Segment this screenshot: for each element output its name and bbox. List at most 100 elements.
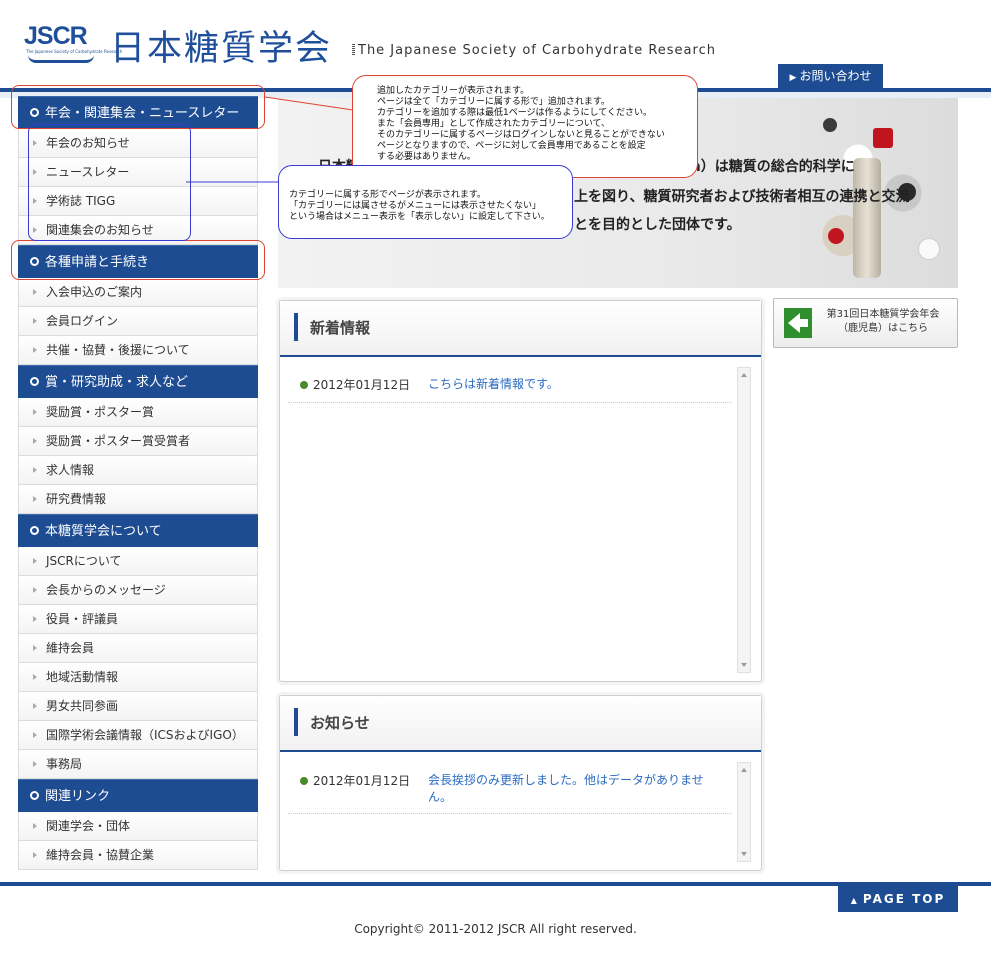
sidebar-item[interactable]: 奨励賞・ポスター賞受賞者 — [18, 427, 258, 456]
notice-link[interactable]: 会長挨拶のみ更新しました。他はデータがありません。 — [428, 772, 716, 806]
sidebar-item-label: 奨励賞・ポスター賞受賞者 — [46, 434, 191, 448]
callout2-line: カテゴリーに属する形でページが表示されます。 — [289, 190, 486, 200]
intro-text-line3: とを目的とした団体です。 — [574, 217, 741, 233]
sidebar-item[interactable]: 奨励賞・ポスター賞 — [18, 398, 258, 427]
banner-text: 第31回日本糖質学会年会 （鹿児島）はこちら — [818, 308, 948, 336]
sidebar-item-label: 国際学術会議情報（ICSおよびIGO） — [46, 728, 244, 742]
notices-panel: お知らせ 2012年01月12日 会長挨拶のみ更新しました。他はデータがありませ… — [279, 695, 762, 871]
sidebar-item[interactable]: 研究費情報 — [18, 485, 258, 514]
triangle-right-icon — [33, 674, 37, 680]
sidebar-category-label: 関連リンク — [45, 789, 111, 804]
scroll-down-icon[interactable] — [741, 663, 747, 667]
callout1-line: する必要はありません。 — [377, 152, 476, 162]
banner-line1: 第31回日本糖質学会年会 — [826, 309, 940, 320]
sidebar-item-label: 役員・評議員 — [46, 612, 119, 626]
triangle-right-icon — [33, 732, 37, 738]
triangle-right-icon — [33, 703, 37, 709]
sidebar-category[interactable]: 関連リンク — [18, 779, 258, 812]
molecule-dark-atom — [823, 118, 837, 132]
sidebar-item-label: 入会申込のご案内 — [46, 285, 143, 299]
sidebar-item-label: 会員ログイン — [46, 314, 119, 328]
notice-row[interactable]: 2012年01月12日 会長挨拶のみ更新しました。他はデータがありません。 — [288, 772, 732, 814]
sidebar-category-label: 賞・研究助成・求人など — [45, 375, 189, 390]
sidebar-item-label: 関連学会・団体 — [46, 819, 131, 833]
site-title-jp[interactable]: 日本糖質学会 — [110, 20, 332, 71]
sidebar-item-label: 維持会員・協賛企業 — [46, 848, 155, 862]
contact-button[interactable]: ▶ お問い合わせ — [778, 64, 883, 89]
page-top-button[interactable]: ▲ PAGE TOP — [838, 886, 958, 912]
sidebar-item[interactable]: 維持会員 — [18, 634, 258, 663]
triangle-right-icon — [33, 823, 37, 829]
notices-panel-title: お知らせ — [310, 714, 370, 732]
news-scrollbar[interactable] — [737, 367, 751, 673]
logo-subtext: The Japanese Society of Carbohydrate Res… — [26, 49, 123, 54]
sidebar-item-label: 研究費情報 — [46, 492, 107, 506]
callout1-line: そのカテゴリーに属するページはログインしないと見ることができない — [377, 130, 665, 140]
triangle-right-icon — [33, 289, 37, 295]
sidebar-item-label: 地域活動情報 — [46, 670, 119, 684]
notices-scrollbar[interactable] — [737, 762, 751, 862]
news-date: 2012年01月12日 — [300, 376, 410, 393]
notice-date-text: 2012年01月12日 — [313, 774, 411, 788]
site-title-en: The Japanese Society of Carbohydrate Res… — [352, 43, 716, 58]
sidebar-category[interactable]: 賞・研究助成・求人など — [18, 365, 258, 398]
sidebar-item[interactable]: 事務局 — [18, 750, 258, 779]
annual-meeting-banner[interactable]: 第31回日本糖質学会年会 （鹿児島）はこちら — [773, 298, 958, 348]
jscr-logo[interactable]: JSCR The Japanese Society of Carbohydrat… — [24, 22, 122, 64]
news-link[interactable]: こちらは新着情報です。 — [428, 376, 716, 393]
triangle-right-icon — [33, 558, 37, 564]
sidebar-item[interactable]: 共催・協賛・後援について — [18, 336, 258, 365]
news-row[interactable]: 2012年01月12日 こちらは新着情報です。 — [288, 376, 732, 403]
scroll-up-icon[interactable] — [741, 373, 747, 377]
site-title-en-text: The Japanese Society of Carbohydrate Res… — [358, 43, 716, 58]
triangle-right-icon — [33, 318, 37, 324]
molecule-red-atom — [828, 228, 844, 244]
sidebar-item[interactable]: 維持会員・協賛企業 — [18, 841, 258, 870]
arrow-right-icon: ▶ — [789, 73, 797, 83]
molecule-red-atom — [873, 128, 893, 148]
notices-panel-header: お知らせ — [280, 696, 761, 752]
triangle-right-icon — [33, 761, 37, 767]
sidebar-item[interactable]: 国際学術会議情報（ICSおよびIGO） — [18, 721, 258, 750]
scroll-down-icon[interactable] — [741, 852, 747, 856]
sidebar-item[interactable]: 会長からのメッセージ — [18, 576, 258, 605]
sidebar-item[interactable]: 役員・評議員 — [18, 605, 258, 634]
sidebar-item[interactable]: 入会申込のご案内 — [18, 278, 258, 307]
heading-marker — [294, 708, 298, 736]
banner-line2: （鹿児島）はこちら — [838, 323, 928, 334]
caret-up-icon: ▲ — [850, 896, 859, 905]
arrow-left-icon — [784, 308, 812, 338]
sidebar-item[interactable]: 男女共同参画 — [18, 692, 258, 721]
sidebar-item[interactable]: 求人情報 — [18, 456, 258, 485]
sidebar-item[interactable]: 関連学会・団体 — [18, 812, 258, 841]
annotation-callout-categories: 追加したカテゴリーが表示されます。 ページは全て「カテゴリーに属する形で」追加さ… — [352, 75, 698, 178]
sidebar-item[interactable]: 会員ログイン — [18, 307, 258, 336]
sidebar-item-label: 求人情報 — [46, 463, 95, 477]
logo-boat-icon — [28, 55, 94, 63]
page-top-label: PAGE TOP — [862, 892, 946, 906]
triangle-right-icon — [33, 438, 37, 444]
circle-bullet-icon — [30, 377, 39, 386]
sidebar-item[interactable]: JSCRについて — [18, 547, 258, 576]
contact-label: お問い合わせ — [799, 69, 872, 83]
sidebar-item[interactable]: 地域活動情報 — [18, 663, 258, 692]
triangle-right-icon — [33, 347, 37, 353]
news-panel: 新着情報 2012年01月12日 こちらは新着情報です。 — [279, 300, 762, 682]
scroll-up-icon[interactable] — [741, 768, 747, 772]
sidebar-item-label: 会長からのメッセージ — [46, 583, 166, 597]
sidebar-category-label: 本糖質学会について — [45, 524, 162, 539]
sidebar-category[interactable]: 本糖質学会について — [18, 514, 258, 547]
news-panel-header: 新着情報 — [280, 301, 761, 357]
news-date-text: 2012年01月12日 — [313, 378, 411, 392]
annotation-callout-pages: カテゴリーに属する形でページが表示されます。 「カテゴリーには属させるがメニュー… — [278, 165, 573, 239]
sidebar-item-label: JSCRについて — [46, 554, 122, 568]
triangle-right-icon — [33, 409, 37, 415]
circle-bullet-icon — [30, 791, 39, 800]
callout1-line: ページとなりますので、ページに対して会員専用であることを設定 — [377, 141, 646, 151]
highlight-subpages — [28, 124, 191, 241]
stripe-icon — [352, 44, 355, 55]
sidebar-item-label: 男女共同参画 — [46, 699, 119, 713]
molecule-column — [853, 158, 881, 278]
triangle-right-icon — [33, 496, 37, 502]
molecule-white-atom — [918, 238, 940, 260]
